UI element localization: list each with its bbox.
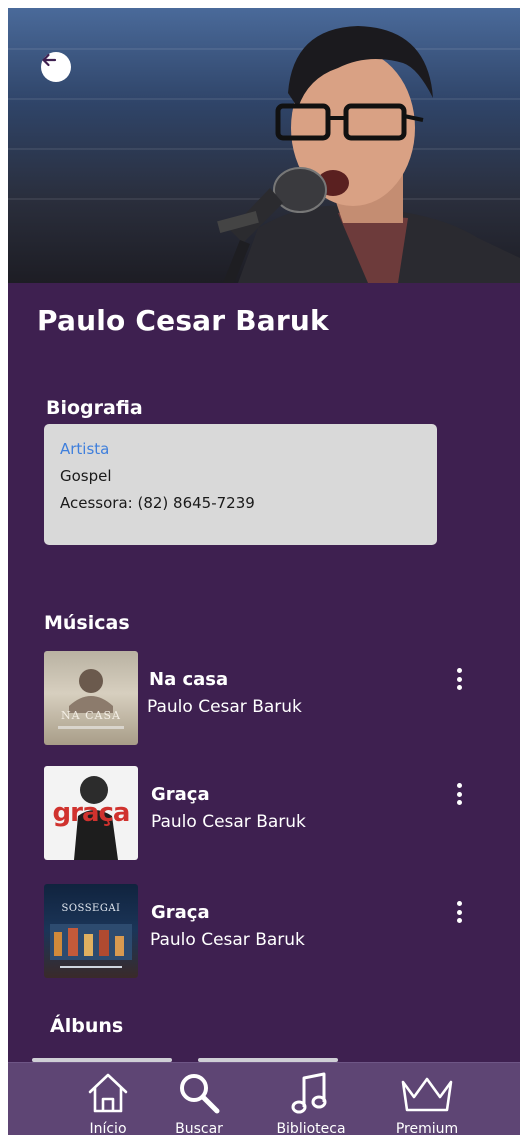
albums-heading: Álbuns: [50, 1015, 124, 1037]
more-options-icon[interactable]: [452, 898, 466, 926]
biography-heading: Biografia: [46, 397, 143, 419]
crown-icon: [401, 1077, 453, 1112]
artist-screen: Paulo Cesar Baruk Biografia Artista Gosp…: [8, 8, 520, 1135]
biography-contact: Acessora: (82) 8645-7239: [60, 494, 255, 512]
music-note-icon: [291, 1072, 327, 1114]
song-item[interactable]: NA CASA Na casa Paulo Cesar Baruk: [44, 651, 494, 745]
nav-label: Buscar: [175, 1121, 223, 1135]
song-title: Graça: [151, 784, 210, 805]
performer-illustration: [217, 26, 520, 283]
song-cover-text: NA CASA: [61, 709, 121, 722]
more-options-icon[interactable]: [452, 780, 466, 808]
song-cover-text: SOSSEGAI: [61, 903, 121, 914]
artist-name: Paulo Cesar Baruk: [37, 304, 329, 337]
artist-photo: [8, 8, 520, 283]
search-icon: [180, 1074, 220, 1114]
nav-item-library[interactable]: Biblioteca: [256, 1063, 366, 1135]
nav-label: Biblioteca: [276, 1121, 346, 1135]
song-cover-text: graça: [52, 798, 131, 828]
home-icon: [88, 1073, 128, 1113]
song-item[interactable]: graça Graça Paulo Cesar Baruk: [44, 766, 494, 860]
biography-card: Artista Gospel Acessora: (82) 8645-7239: [44, 424, 437, 545]
songs-heading: Músicas: [44, 612, 130, 634]
song-title: Graça: [151, 902, 210, 923]
back-button[interactable]: [41, 52, 71, 82]
biography-genre: Gospel: [60, 467, 112, 485]
song-cover: NA CASA: [44, 651, 138, 745]
song-artist: Paulo Cesar Baruk: [150, 930, 305, 950]
song-title: Na casa: [149, 669, 229, 690]
biography-type[interactable]: Artista: [60, 436, 421, 463]
song-cover: SOSSEGAI: [44, 884, 138, 978]
song-cover: graça: [44, 766, 138, 860]
bottom-navigation: Início Buscar Biblioteca Premium: [8, 1062, 520, 1135]
song-artist: Paulo Cesar Baruk: [147, 697, 302, 717]
song-artist: Paulo Cesar Baruk: [151, 812, 306, 832]
song-item[interactable]: SOSSEGAI Graça Paulo Cesar Baruk: [44, 884, 494, 978]
more-options-icon[interactable]: [452, 665, 466, 693]
arrow-left-icon: [42, 53, 57, 67]
nav-item-search[interactable]: Buscar: [144, 1063, 254, 1135]
nav-item-premium[interactable]: Premium: [372, 1063, 482, 1135]
nav-label: Premium: [395, 1121, 459, 1135]
